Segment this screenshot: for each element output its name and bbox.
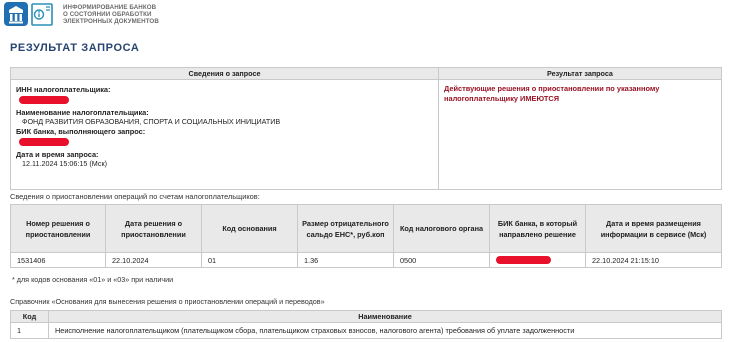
result-status-text: Действующие решения о приостановлении по… [444, 84, 660, 103]
column-header: Код основания [201, 204, 298, 253]
negative-balance-cell: 1.36 [297, 252, 394, 268]
reference-table: Код Наименование 1 Неисполнение налогопл… [10, 310, 722, 339]
suspensions-table: Номер решения о приостановлении Дата реш… [10, 204, 722, 268]
request-datetime-value: 12.11.2024 15:06:15 (Мск) [22, 159, 108, 168]
tax-authority-code-cell: 0500 [393, 252, 490, 268]
inn-label: ИНН налогоплательщика: [16, 85, 111, 94]
reference-name-cell: Неисполнение налогоплательщиком (платель… [48, 322, 722, 339]
column-header: Дата и время размещения информации в сер… [585, 204, 722, 253]
request-info-header: Сведения о запросе [10, 67, 439, 80]
decision-number-cell: 1531406 [10, 252, 106, 268]
column-header: Номер решения о приостановлении [10, 204, 106, 253]
fns-emblem-icon [4, 2, 53, 26]
suspensions-header-row: Номер решения о приостановлении Дата реш… [10, 204, 722, 253]
basis-code-cell: 01 [201, 252, 298, 268]
taxpayer-name-value: ФОНД РАЗВИТИЯ ОБРАЗОВАНИЯ, СПОРТА И СОЦИ… [22, 117, 281, 126]
page-title: РЕЗУЛЬТАТ ЗАПРОСА [10, 42, 140, 54]
request-datetime-label: Дата и время запроса: [16, 150, 99, 159]
table-row: 1 Неисполнение налогоплательщиком (плате… [10, 322, 722, 339]
taxpayer-name-label: Наименование налогоплательщика: [16, 108, 149, 117]
bank-bik-redaction [496, 256, 551, 264]
table-row: 1531406 22.10.2024 01 1.36 0500 22.10.20… [10, 252, 722, 268]
column-header: Дата решения о приостановлении [105, 204, 202, 253]
request-info-table: Сведения о запросе Результат запроса ИНН… [10, 67, 722, 190]
column-header: Размер отрицательного сальдо ЕНС*, руб.к… [297, 204, 394, 253]
service-brand: ИНФОРМИРОВАНИЕ БАНКОВ О СОСТОЯНИИ ОБРАБО… [63, 4, 159, 26]
footnote: * для кодов основания «01» и «03» при на… [12, 275, 174, 284]
brand-line: ИНФОРМИРОВАНИЕ БАНКОВ [63, 4, 157, 11]
column-header: Код [10, 310, 49, 323]
suspensions-section-label: Сведения о приостановлении операций по с… [10, 192, 260, 201]
request-result-cell: Действующие решения о приостановлении по… [438, 79, 722, 190]
column-header: Наименование [48, 310, 722, 323]
column-header: Код налогового органа [393, 204, 490, 253]
column-header: БИК банка, в который направлено решение [489, 204, 586, 253]
request-info-cell: ИНН налогоплательщика: Наименование нало… [10, 79, 439, 190]
brand-line: ЭЛЕКТРОННЫХ ДОКУМЕНТОВ [63, 18, 159, 26]
bik-redaction [19, 138, 69, 146]
reference-code-cell: 1 [10, 322, 49, 339]
bank-bik-cell [489, 252, 586, 268]
bik-label: БИК банка, выполняющего запрос: [16, 127, 146, 136]
request-result-header: Результат запроса [438, 67, 722, 80]
published-datetime-cell: 22.10.2024 21:15:10 [585, 252, 722, 268]
app-header: ИНФОРМИРОВАНИЕ БАНКОВ О СОСТОЯНИИ ОБРАБО… [0, 0, 730, 30]
brand-line: О СОСТОЯНИИ ОБРАБОТКИ [63, 11, 152, 19]
decision-date-cell: 22.10.2024 [105, 252, 202, 268]
reference-header-row: Код Наименование [10, 310, 722, 323]
inn-redaction [19, 96, 69, 104]
reference-section-label: Справочник «Основания для вынесения реше… [10, 297, 325, 306]
